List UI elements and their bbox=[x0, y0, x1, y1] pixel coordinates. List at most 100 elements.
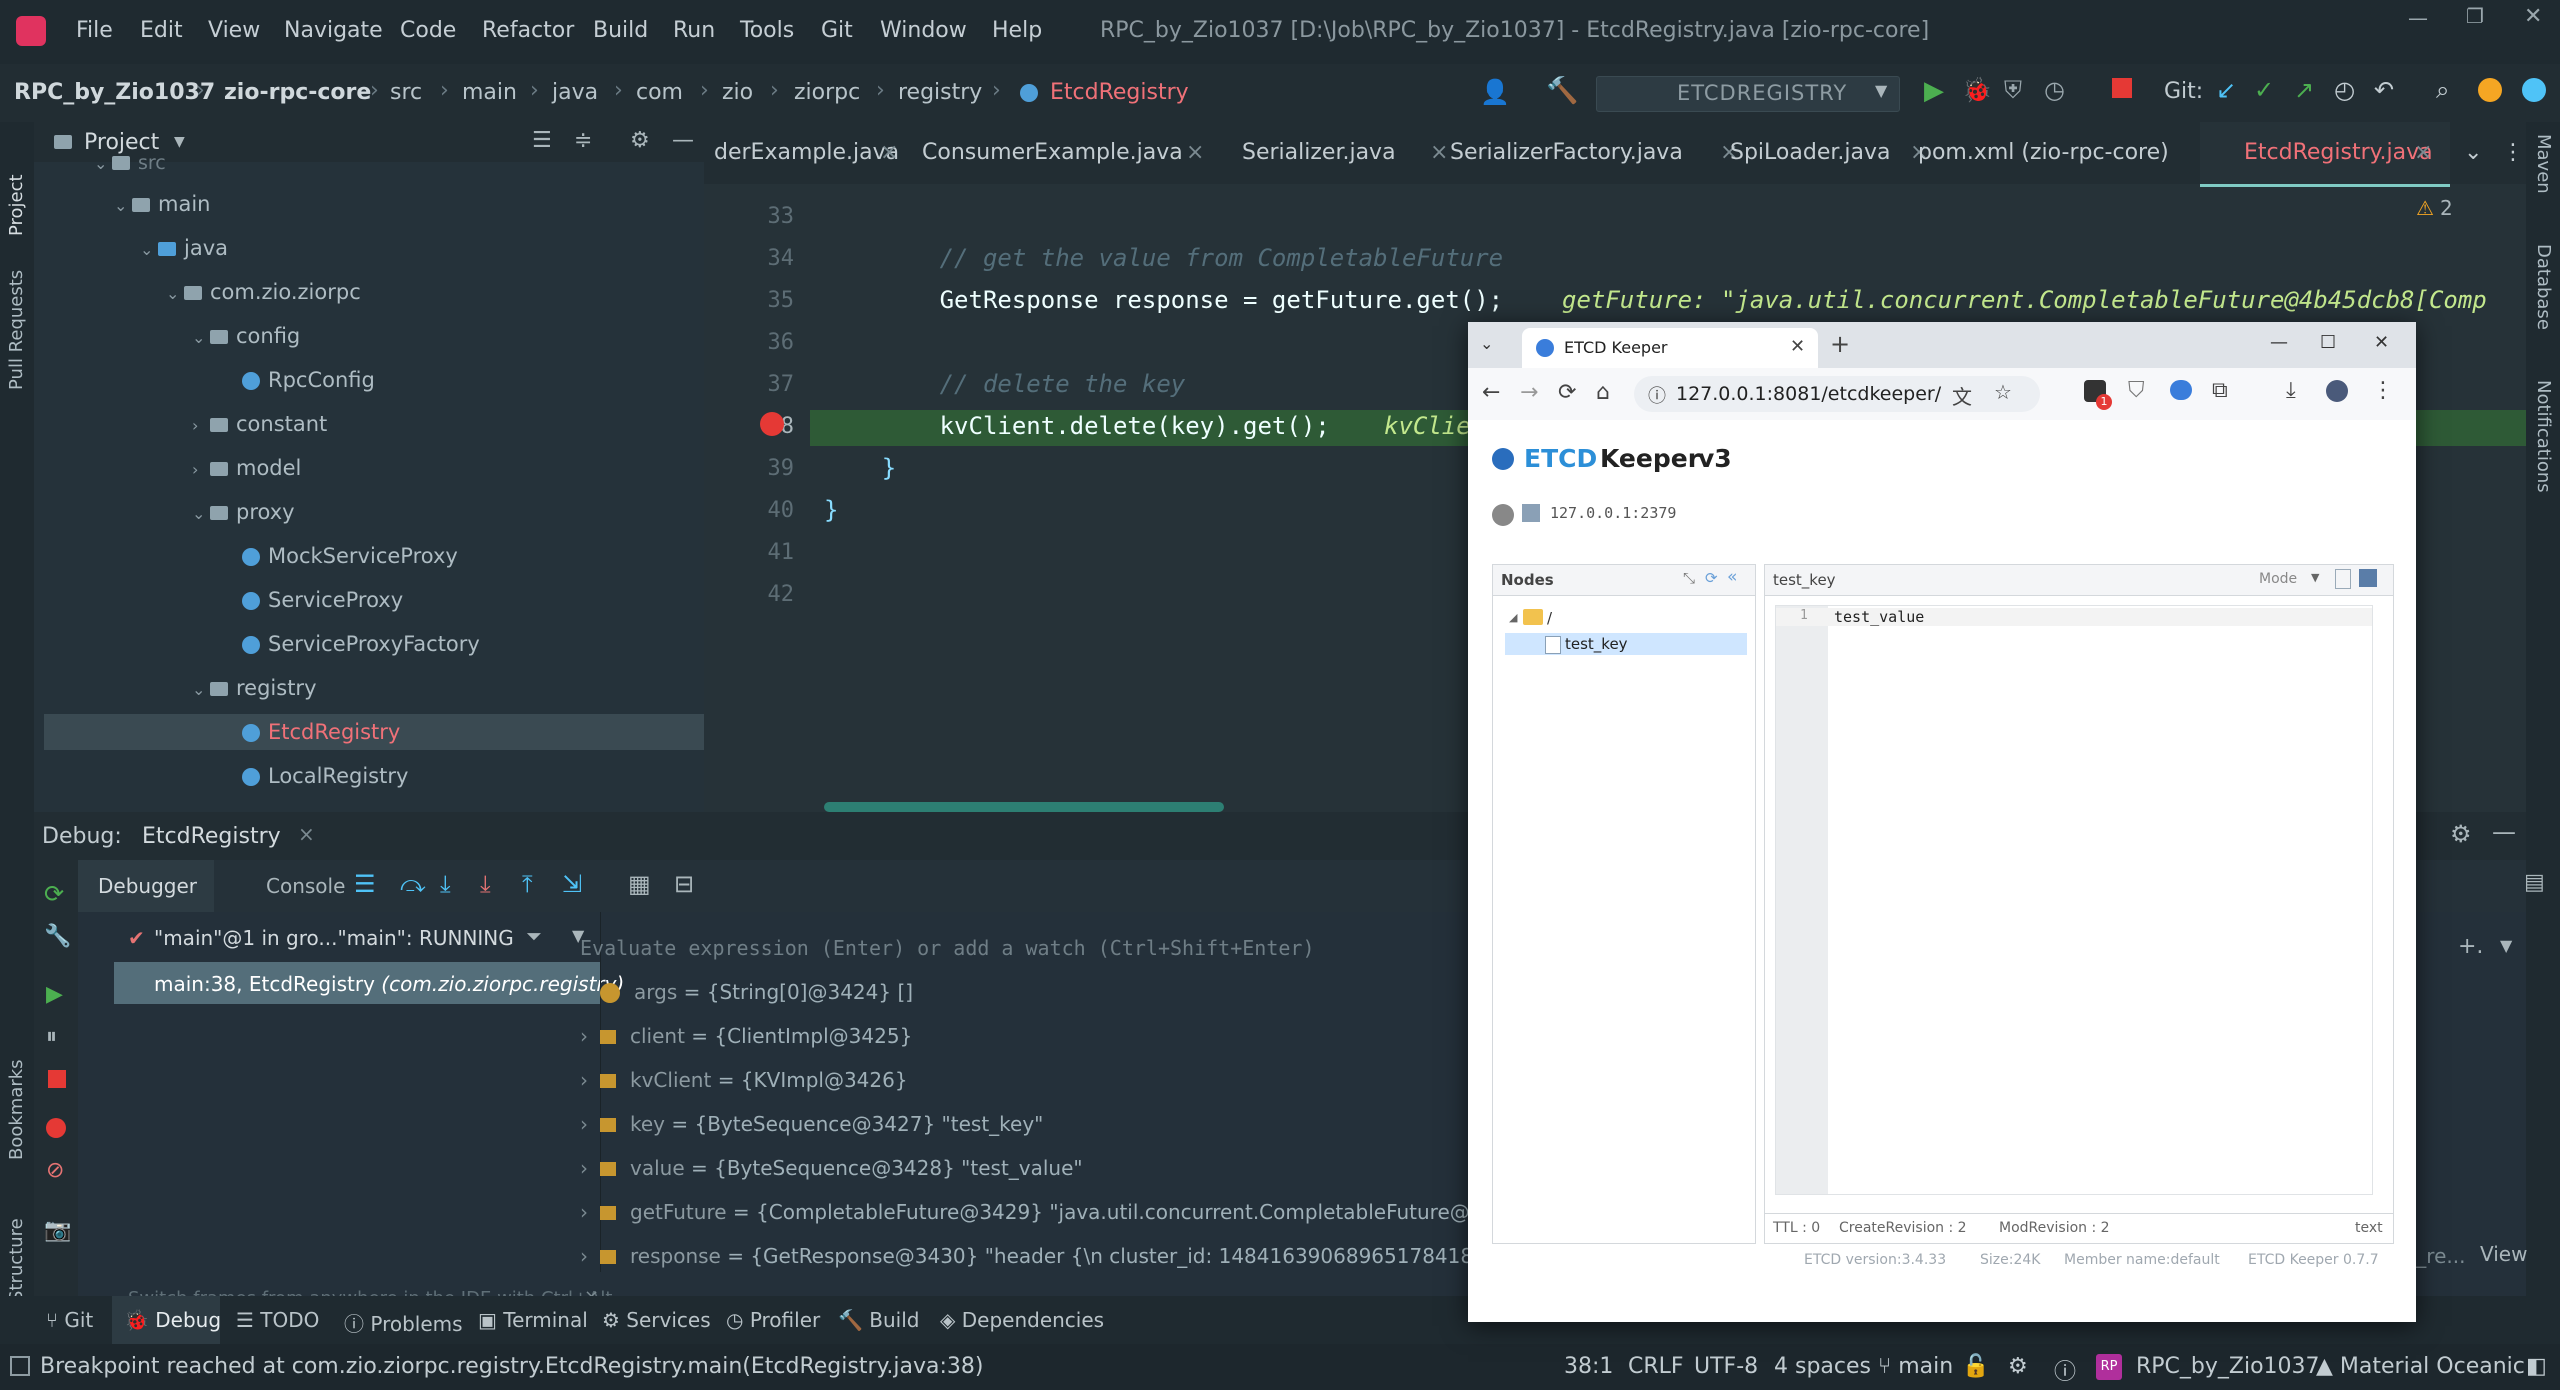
gear-icon[interactable]: ⚙ bbox=[630, 128, 650, 153]
step-into-icon[interactable]: ⤓ bbox=[440, 870, 451, 898]
browser-active-tab[interactable]: ETCD Keeper ✕ bbox=[1522, 328, 1818, 368]
browser-maximize-button[interactable]: ☐ bbox=[2320, 332, 2336, 353]
tab-provider-example[interactable]: derExample.java bbox=[714, 140, 899, 165]
tab-spiloader[interactable]: SpiLoader.java bbox=[1730, 140, 1890, 165]
tabs-menu-chevron-icon[interactable]: ⌄ bbox=[2464, 140, 2482, 165]
breadcrumb-main[interactable]: main bbox=[462, 80, 517, 105]
variable-row[interactable]: › kvClient = {KVImpl@3426} bbox=[580, 1068, 908, 1092]
profiler-icon[interactable]: ◷ bbox=[2044, 76, 2065, 104]
thread-select[interactable]: "main"@1 in gro..."main": RUNNING bbox=[154, 926, 514, 950]
restore-button[interactable]: ❐ bbox=[2466, 4, 2484, 28]
more-vertical-icon[interactable]: ⋮ bbox=[2502, 140, 2524, 165]
shield-icon[interactable]: ⛉ bbox=[2128, 378, 2145, 403]
breadcrumb-src[interactable]: src bbox=[390, 80, 422, 105]
tool-problems[interactable]: ⓘ Problems bbox=[344, 1308, 463, 1337]
menu-help[interactable]: Help bbox=[992, 18, 1042, 43]
updates-icon[interactable] bbox=[2478, 78, 2502, 102]
tree-item-constant[interactable]: › constant bbox=[192, 412, 327, 436]
lock-icon[interactable]: 🔓 bbox=[1962, 1354, 1989, 1379]
tree-item-serviceproxyfactory[interactable]: ServiceProxyFactory bbox=[242, 632, 480, 656]
tool-build[interactable]: 🔨 Build bbox=[838, 1308, 919, 1332]
browser-menu-icon[interactable]: ⋮ bbox=[2372, 378, 2394, 403]
menu-run[interactable]: Run bbox=[673, 18, 715, 43]
variable-row[interactable]: › client = {ClientImpl@3425} bbox=[580, 1024, 912, 1048]
menu-edit[interactable]: Edit bbox=[140, 18, 183, 43]
browser-close-button[interactable]: ✕ bbox=[2374, 332, 2389, 353]
build-hammer-icon[interactable]: 🔨 bbox=[1546, 76, 1578, 106]
gear-icon[interactable]: ⚙ bbox=[2450, 820, 2472, 848]
tree-item-config[interactable]: ⌄ config bbox=[192, 324, 300, 348]
collapse-panel-icon[interactable]: « bbox=[1727, 567, 1737, 587]
git-commit-icon[interactable]: ✓ bbox=[2254, 76, 2274, 104]
tool-terminal[interactable]: ▣ Terminal bbox=[478, 1308, 588, 1332]
cloud-icon[interactable] bbox=[2170, 380, 2192, 400]
tab-debugger[interactable]: Debugger bbox=[98, 874, 197, 898]
tree-item-etcdregistry[interactable]: EtcdRegistry bbox=[242, 720, 400, 744]
breadcrumb-registry[interactable]: registry bbox=[898, 80, 982, 105]
tab-etcdregistry[interactable]: EtcdRegistry.java bbox=[2244, 140, 2433, 165]
tree-root[interactable]: / bbox=[1547, 609, 1552, 627]
chevron-down-icon[interactable]: ▼ bbox=[2500, 936, 2512, 955]
git-push-icon[interactable]: ↗ bbox=[2294, 76, 2314, 104]
caret-position[interactable]: 38:1 bbox=[1564, 1354, 1613, 1379]
variable-row[interactable]: › response = {GetResponse@3430} "header {… bbox=[580, 1244, 1518, 1268]
tab-serializer[interactable]: Serializer.java bbox=[1242, 140, 1396, 165]
settings-icon[interactable]: ⚙ bbox=[2008, 1354, 2028, 1379]
profile-avatar[interactable] bbox=[2326, 380, 2348, 402]
structure-tool-button[interactable]: Structure bbox=[6, 1182, 28, 1302]
project-name[interactable]: RPC_by_Zio1037 bbox=[2136, 1354, 2320, 1379]
show-execution-point-icon[interactable]: ☰ bbox=[354, 870, 376, 898]
git-branch[interactable]: ⑂ main bbox=[1878, 1354, 1953, 1379]
coverage-icon[interactable]: ⛨ bbox=[2004, 76, 2022, 104]
connect-icon[interactable]: ⤡ bbox=[1683, 569, 1695, 587]
breadcrumb-module[interactable]: zio-rpc-core bbox=[224, 80, 371, 105]
tab-console[interactable]: Console bbox=[266, 874, 345, 898]
close-icon[interactable]: × bbox=[2414, 140, 2432, 165]
tree-item-model[interactable]: › model bbox=[192, 456, 301, 480]
add-watch-icon[interactable]: +. bbox=[2458, 934, 2483, 959]
mute-breakpoints-icon[interactable]: ⊘ bbox=[46, 1158, 64, 1183]
expand-all-icon[interactable]: ☰ bbox=[532, 128, 552, 153]
camera-icon[interactable]: 📷 bbox=[44, 1218, 71, 1243]
forward-icon[interactable]: → bbox=[1520, 380, 1538, 405]
bookmarks-tool-button[interactable]: Bookmarks bbox=[6, 1040, 28, 1160]
tool-profiler[interactable]: ◷ Profiler bbox=[726, 1308, 820, 1332]
new-doc-icon[interactable] bbox=[2335, 569, 2351, 589]
tree-item-registry[interactable]: ⌄ registry bbox=[192, 676, 317, 700]
refresh-icon[interactable]: ⟳ bbox=[1705, 569, 1718, 587]
translate-icon[interactable]: 文 bbox=[1952, 381, 1972, 410]
run-config-select[interactable]: ETCDREGISTRY ▼ bbox=[1596, 76, 1900, 112]
variable-row[interactable]: › getFuture = {CompletableFuture@3429} "j… bbox=[580, 1200, 1521, 1224]
breadcrumb-ziorpc[interactable]: ziorpc bbox=[794, 80, 860, 105]
frame-row-selected[interactable]: main:38, EtcdRegistry (com.zio.ziorpc.re… bbox=[114, 962, 624, 1004]
variable-row[interactable]: args = {String[0]@3424} [] bbox=[600, 980, 913, 1004]
menu-code[interactable]: Code bbox=[400, 18, 456, 43]
database-tool-button[interactable]: Database bbox=[2532, 244, 2554, 354]
tree-item-localregistry[interactable]: LocalRegistry bbox=[242, 764, 408, 788]
home-icon[interactable]: ⌂ bbox=[1596, 380, 1610, 405]
hide-panel-icon[interactable]: — bbox=[2492, 818, 2516, 846]
notifications-tool-button[interactable]: Notifications bbox=[2532, 380, 2554, 530]
chevron-down-icon[interactable]: ▼ bbox=[2311, 571, 2319, 584]
collapse-all-icon[interactable]: ≑ bbox=[574, 128, 592, 153]
tree-item-src[interactable]: ⌄ src bbox=[94, 152, 166, 174]
file-encoding[interactable]: UTF-8 bbox=[1694, 1354, 1758, 1379]
run-icon[interactable]: ▶ bbox=[1924, 76, 1944, 106]
rollback-icon[interactable]: ↶ bbox=[2374, 76, 2394, 104]
evaluate-expression-input[interactable]: Evaluate expression (Enter) or add a wat… bbox=[580, 936, 1315, 960]
search-icon[interactable]: ⌕ bbox=[2436, 76, 2449, 104]
history-icon[interactable]: ◴ bbox=[2334, 76, 2355, 104]
pause-icon[interactable]: ⏸ bbox=[46, 1024, 57, 1049]
puzzle-icon[interactable]: ⧉ bbox=[2212, 378, 2228, 403]
indent-setting[interactable]: 4 spaces bbox=[1774, 1354, 1871, 1379]
save-icon[interactable] bbox=[2359, 569, 2377, 587]
menu-view[interactable]: View bbox=[208, 18, 260, 43]
warning-icon[interactable]: ⚠ bbox=[2416, 196, 2434, 220]
info-icon[interactable]: ⓘ bbox=[2054, 1354, 2076, 1386]
tool-git[interactable]: ⑂ Git bbox=[46, 1308, 93, 1332]
chevron-down-icon[interactable]: ▼ bbox=[174, 134, 185, 150]
variable-row[interactable]: › value = {ByteSequence@3428} "test_value… bbox=[580, 1156, 1083, 1180]
force-step-into-icon[interactable]: ⤓ bbox=[480, 870, 491, 898]
filter-icon[interactable]: ⏷ bbox=[526, 924, 542, 948]
menu-build[interactable]: Build bbox=[593, 18, 648, 43]
